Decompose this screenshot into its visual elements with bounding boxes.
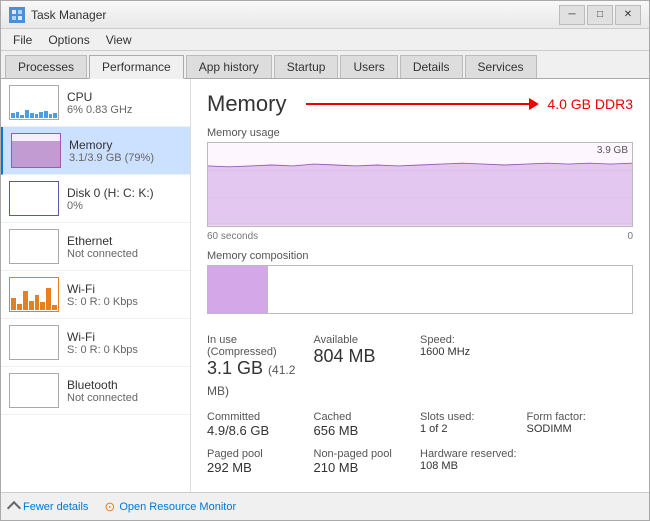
- arrow-head: [529, 98, 539, 110]
- stats-section: In use (Compressed) 3.1 GB (41.2 MB) Ava…: [207, 330, 633, 405]
- tab-app-history[interactable]: App history: [186, 55, 272, 78]
- tab-services[interactable]: Services: [465, 55, 537, 78]
- ethernet-value: Not connected: [67, 248, 182, 260]
- stat-committed: Committed 4.9/8.6 GB: [207, 407, 314, 443]
- stats-row2: Committed 4.9/8.6 GB Cached 656 MB Slots…: [207, 407, 633, 443]
- time-labels: 60 seconds 0: [207, 231, 633, 242]
- stat-in-use: In use (Compressed) 3.1 GB (41.2 MB): [207, 330, 314, 405]
- disk-info: Disk 0 (H: C: K:) 0%: [67, 186, 182, 212]
- wifi2-value: S: 0 R: 0 Kbps: [67, 344, 182, 356]
- title-buttons: ─ □ ✕: [559, 5, 641, 25]
- close-button[interactable]: ✕: [615, 5, 641, 25]
- stat-nonpaged: Non-paged pool 210 MB: [314, 444, 421, 480]
- main-header: Memory 4.0 GB DDR3: [207, 91, 633, 117]
- resource-monitor-button[interactable]: ⊙ Open Resource Monitor: [104, 499, 236, 515]
- stat-available: Available 804 MB: [314, 330, 421, 405]
- disk-name: Disk 0 (H: C: K:): [67, 186, 182, 200]
- menu-options[interactable]: Options: [40, 31, 97, 49]
- tab-performance[interactable]: Performance: [89, 55, 184, 79]
- title-bar-left: Task Manager: [9, 7, 106, 23]
- bluetooth-mini-graph: [9, 373, 59, 408]
- arrow-line: [306, 103, 529, 105]
- disk-value: 0%: [67, 200, 182, 212]
- memory-value: 3.1/3.9 GB (79%): [69, 152, 182, 164]
- memory-name: Memory: [69, 138, 182, 152]
- time-end: 0: [627, 231, 633, 242]
- wifi2-info: Wi-Fi S: 0 R: 0 Kbps: [67, 330, 182, 356]
- maximize-button[interactable]: □: [587, 5, 613, 25]
- ethernet-mini-graph: [9, 229, 59, 264]
- cpu-name: CPU: [67, 90, 182, 104]
- cpu-value: 6% 0.83 GHz: [67, 104, 182, 116]
- cpu-mini-graph: [9, 85, 59, 120]
- sidebar-item-bluetooth[interactable]: Bluetooth Not connected: [1, 367, 190, 415]
- tab-details[interactable]: Details: [400, 55, 463, 78]
- wifi1-info: Wi-Fi S: 0 R: 0 Kbps: [67, 282, 182, 308]
- ethernet-name: Ethernet: [67, 234, 182, 248]
- wifi2-name: Wi-Fi: [67, 330, 182, 344]
- stat-speed: Speed: 1600 MHz: [420, 330, 527, 405]
- wifi1-mini-graph: [9, 277, 59, 312]
- tab-processes[interactable]: Processes: [5, 55, 87, 78]
- stat-slots: Slots used: 1 of 2: [420, 407, 527, 443]
- sidebar-item-disk[interactable]: Disk 0 (H: C: K:) 0%: [1, 175, 190, 223]
- bluetooth-info: Bluetooth Not connected: [67, 378, 182, 404]
- main-content: Memory 4.0 GB DDR3 Memory usage 3.9 GB: [191, 79, 649, 492]
- memory-info: Memory 3.1/3.9 GB (79%): [69, 138, 182, 164]
- usage-chart-svg: [208, 143, 632, 226]
- wifi2-mini-graph: [9, 325, 59, 360]
- tabs-bar: Processes Performance App history Startu…: [1, 51, 649, 79]
- menu-bar: File Options View: [1, 29, 649, 51]
- wifi1-name: Wi-Fi: [67, 282, 182, 296]
- sidebar-item-memory[interactable]: Memory 3.1/3.9 GB (79%): [1, 127, 190, 175]
- main-title: Memory: [207, 91, 286, 117]
- usage-chart-label: Memory usage: [207, 127, 633, 139]
- stat-paged: Paged pool 292 MB: [207, 444, 314, 480]
- sidebar: CPU 6% 0.83 GHz Memory 3.1/3.9 GB (79%): [1, 79, 191, 492]
- tab-users[interactable]: Users: [340, 55, 397, 78]
- chevron-up-icon: [7, 501, 21, 515]
- chart-max-value: 3.9 GB: [597, 145, 628, 156]
- arrow-container: 4.0 GB DDR3: [306, 96, 633, 112]
- bluetooth-value: Not connected: [67, 392, 182, 404]
- fewer-details-button[interactable]: Fewer details: [9, 500, 88, 513]
- sidebar-item-wifi1[interactable]: Wi-Fi S: 0 R: 0 Kbps: [1, 271, 190, 319]
- memory-usage-chart: 3.9 GB: [207, 142, 633, 227]
- comp-label: Memory composition: [207, 250, 633, 262]
- tab-startup[interactable]: Startup: [274, 55, 339, 78]
- cpu-info: CPU 6% 0.83 GHz: [67, 90, 182, 116]
- memory-mini-graph: [11, 133, 61, 168]
- sidebar-item-ethernet[interactable]: Ethernet Not connected: [1, 223, 190, 271]
- resource-monitor-label: Open Resource Monitor: [119, 501, 236, 513]
- stats-row3: Paged pool 292 MB Non-paged pool 210 MB …: [207, 444, 633, 480]
- time-start: 60 seconds: [207, 231, 258, 242]
- memory-composition-chart: [207, 265, 633, 314]
- resource-monitor-icon: ⊙: [104, 499, 115, 515]
- fewer-details-label: Fewer details: [23, 501, 88, 513]
- sidebar-item-cpu[interactable]: CPU 6% 0.83 GHz: [1, 79, 190, 127]
- stat-form: Form factor: SODIMM: [527, 407, 634, 443]
- memory-size-label: 4.0 GB DDR3: [547, 96, 633, 112]
- comp-purple-section: [208, 266, 268, 313]
- sidebar-item-wifi2[interactable]: Wi-Fi S: 0 R: 0 Kbps: [1, 319, 190, 367]
- ethernet-info: Ethernet Not connected: [67, 234, 182, 260]
- bluetooth-name: Bluetooth: [67, 378, 182, 392]
- app-icon: [9, 7, 25, 23]
- minimize-button[interactable]: ─: [559, 5, 585, 25]
- stat-cached: Cached 656 MB: [314, 407, 421, 443]
- title-bar: Task Manager ─ □ ✕: [1, 1, 649, 29]
- wifi1-value: S: 0 R: 0 Kbps: [67, 296, 182, 308]
- bottom-bar: Fewer details ⊙ Open Resource Monitor: [1, 492, 649, 520]
- content-area: CPU 6% 0.83 GHz Memory 3.1/3.9 GB (79%): [1, 79, 649, 492]
- menu-file[interactable]: File: [5, 31, 40, 49]
- task-manager-window: Task Manager ─ □ ✕ File Options View Pro…: [0, 0, 650, 521]
- disk-mini-graph: [9, 181, 59, 216]
- menu-view[interactable]: View: [98, 31, 140, 49]
- stat-hardware: Hardware reserved: 108 MB: [420, 444, 527, 480]
- window-title: Task Manager: [31, 8, 106, 22]
